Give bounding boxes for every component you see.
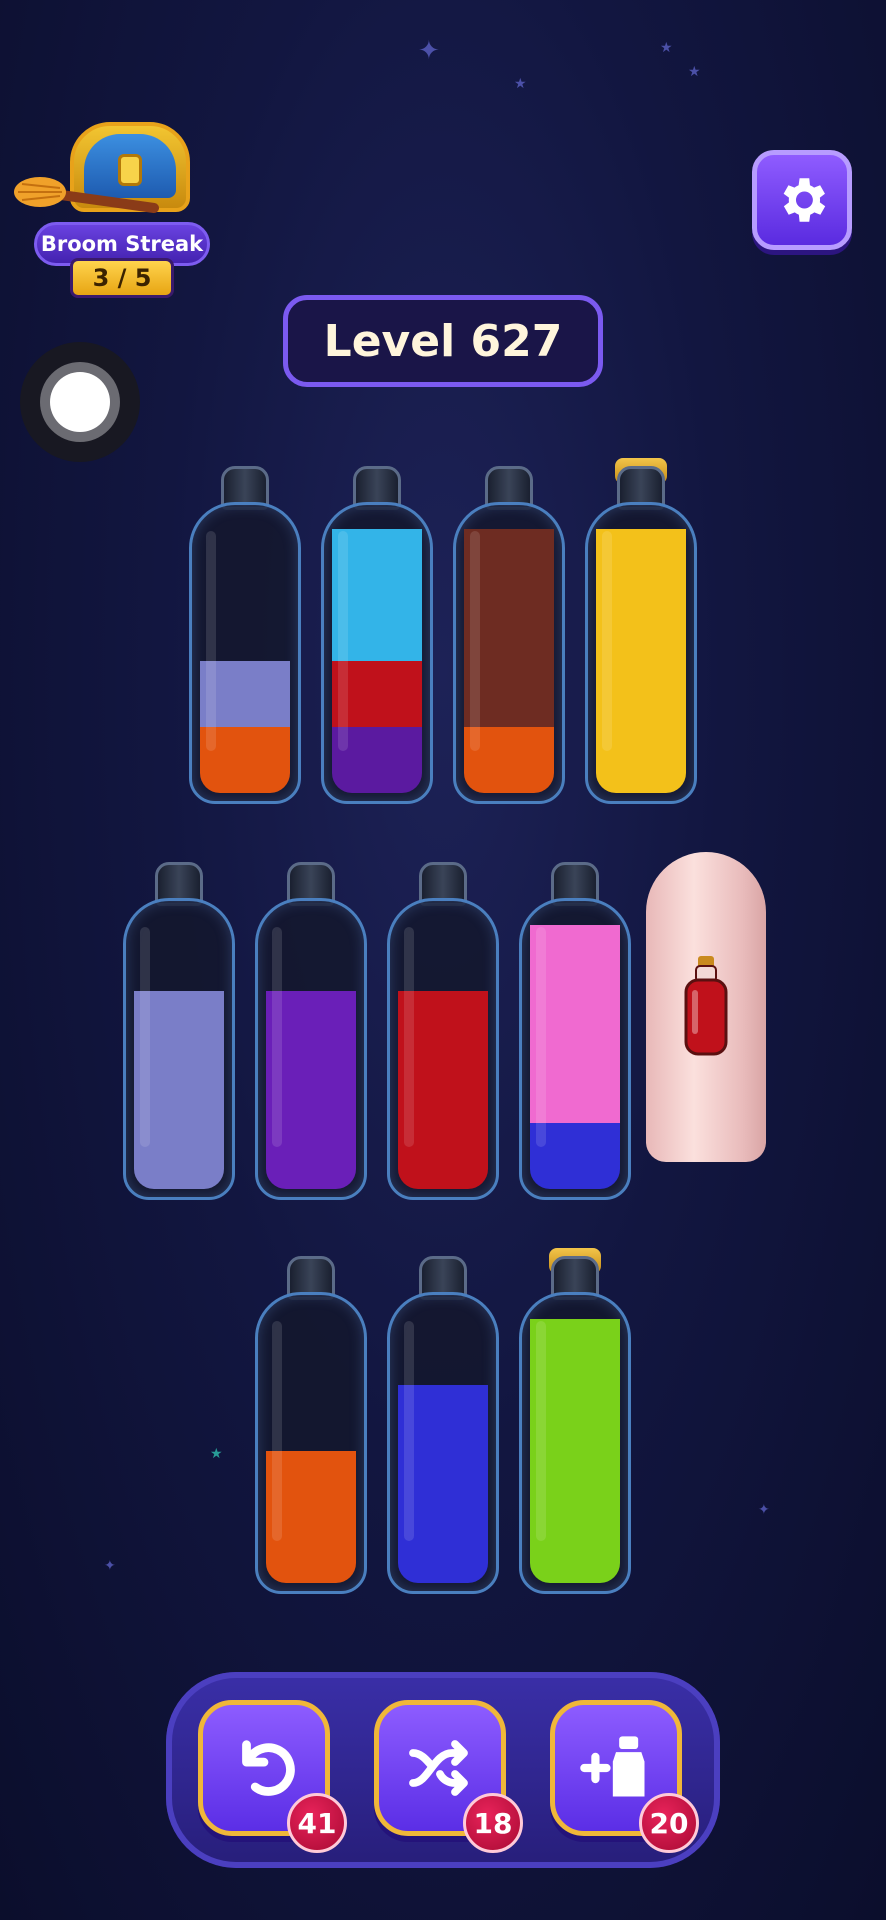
bottle-body [387, 898, 499, 1200]
bottle[interactable] [189, 466, 301, 804]
bottle[interactable] [255, 862, 367, 1200]
bottle[interactable] [321, 466, 433, 804]
star-decoration: ★ [688, 64, 701, 80]
bottle-body [123, 898, 235, 1200]
bottle-body [519, 1292, 631, 1594]
broom-streak-count: 3 / 5 [70, 258, 174, 298]
red-potion-icon [684, 956, 728, 1056]
undo-icon [242, 1740, 295, 1796]
broom-icon [14, 177, 159, 213]
bottle-body [321, 502, 433, 804]
glass-shine [536, 927, 546, 1147]
glass-shine [470, 531, 480, 751]
star-decoration: ✦ [418, 36, 440, 66]
bottle-body [189, 502, 301, 804]
add-tube-button[interactable]: 20 [550, 1700, 699, 1853]
glass-shine [602, 531, 612, 751]
star-decoration: ★ [514, 76, 527, 92]
glass-shine [140, 927, 150, 1147]
shuffle-count-badge: 18 [463, 1793, 523, 1853]
star-decoration: ★ [660, 40, 673, 56]
glass-shine [272, 927, 282, 1147]
glass-shine [404, 927, 414, 1147]
add-bottle-icon [580, 1736, 645, 1797]
bottle[interactable] [519, 1248, 631, 1594]
glass-shine [536, 1321, 546, 1541]
bottle-body [255, 1292, 367, 1594]
settings-button[interactable] [752, 150, 852, 250]
glass-shine [272, 1321, 282, 1541]
bottle[interactable] [123, 862, 235, 1200]
bottle[interactable] [387, 1256, 499, 1594]
broom-streak-badge[interactable]: Broom Streak 3 / 5 [10, 118, 210, 304]
glass-shine [338, 531, 348, 751]
star-decoration: ✦ [758, 1502, 770, 1518]
bottle-body [453, 502, 565, 804]
bottle[interactable] [453, 466, 565, 804]
bottle[interactable] [387, 862, 499, 1200]
bottle[interactable] [255, 1256, 367, 1594]
record-dot [50, 372, 110, 432]
bottle-body [585, 502, 697, 804]
undo-button[interactable]: 41 [198, 1700, 347, 1853]
shuffle-button[interactable]: 18 [374, 1700, 523, 1853]
star-decoration: ★ [210, 1446, 223, 1462]
star-decoration: ✦ [104, 1558, 116, 1574]
bottle-body [255, 898, 367, 1200]
shuffle-icon [409, 1740, 468, 1796]
glass-shine [206, 531, 216, 751]
record-ring [40, 362, 120, 442]
bottle[interactable] [585, 458, 697, 804]
booster-toolbar: 41 18 20 [166, 1672, 720, 1868]
level-title: Level 627 [283, 295, 603, 387]
undo-count-badge: 41 [287, 1793, 347, 1853]
gear-icon [783, 178, 826, 222]
glass-shine [404, 1321, 414, 1541]
bottle-body [387, 1292, 499, 1594]
bottle-body [519, 898, 631, 1200]
bottle[interactable] [519, 862, 631, 1200]
add-tube-count-badge: 20 [639, 1793, 699, 1853]
covered-bottle[interactable] [646, 852, 766, 1172]
screen-record-button[interactable] [20, 342, 140, 462]
